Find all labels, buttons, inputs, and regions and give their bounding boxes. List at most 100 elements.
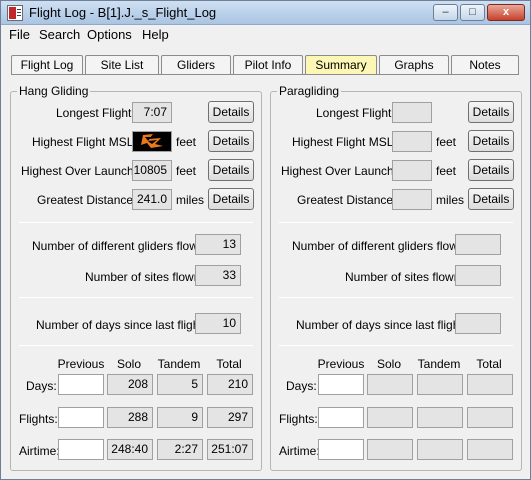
hg-sites-flown-label: Number of sites flown: — [85, 270, 204, 284]
hg-greatest-distance-unit: miles — [176, 193, 205, 207]
hg-airtime-tandem: 2:27 — [157, 439, 203, 460]
pg-airtime-total — [467, 439, 513, 460]
pg-sites-flown-value — [455, 265, 501, 286]
maximize-button[interactable]: □ — [460, 4, 485, 21]
pg-gliders-flown-value — [455, 234, 501, 255]
pg-flights-previous-input[interactable] — [318, 407, 364, 428]
hg-highest-over-launch-details-button[interactable]: Details — [208, 159, 254, 181]
pg-airtime-solo — [367, 439, 413, 460]
pg-col-solo: Solo — [376, 357, 402, 371]
hang-gliding-title: Hang Gliding — [17, 84, 91, 98]
tab-strip: Flight Log Site List Gliders Pilot Info … — [11, 55, 519, 75]
pg-gliders-flown-label: Number of different gliders flown: — [292, 239, 468, 253]
hg-airtime-total: 251:07 — [207, 439, 253, 460]
hg-row-airtime-label: Airtime: — [19, 444, 60, 458]
obscured-value-graphic — [141, 134, 163, 148]
pg-highest-msl-unit: feet — [436, 135, 457, 149]
hg-days-total: 210 — [207, 374, 253, 395]
pg-highest-over-launch-label: Highest Over Launch: — [281, 164, 398, 178]
hg-longest-flight-value: 7:07 — [132, 102, 172, 123]
hg-greatest-distance-value: 241.0 — [132, 189, 172, 210]
pg-greatest-distance-value — [392, 189, 432, 210]
pg-row-flights-label: Flights: — [279, 412, 318, 426]
hg-highest-over-launch-value: 10805 — [132, 160, 172, 181]
tab-pilot-info[interactable]: Pilot Info — [233, 55, 303, 75]
tab-summary[interactable]: Summary — [305, 55, 377, 75]
pg-days-since-value — [455, 313, 501, 334]
pg-highest-msl-details-button[interactable]: Details — [468, 130, 514, 152]
hg-highest-over-launch-unit: feet — [176, 164, 197, 178]
pg-days-solo — [367, 374, 413, 395]
hg-highest-msl-unit: feet — [176, 135, 197, 149]
separator — [279, 297, 513, 298]
pg-greatest-distance-label: Greatest Distance: — [297, 193, 397, 207]
hg-days-since-value: 10 — [195, 313, 241, 334]
close-button[interactable]: x — [487, 4, 525, 21]
separator — [19, 345, 253, 346]
window-title: Flight Log - B[1].J._s_Flight_Log — [29, 5, 217, 20]
pg-sites-flown-label: Number of sites flown: — [345, 270, 464, 284]
hg-greatest-distance-label: Greatest Distance: — [37, 193, 137, 207]
hg-sites-flown-value: 33 — [195, 265, 241, 286]
menu-options[interactable]: Options — [87, 27, 132, 42]
pg-highest-over-launch-value — [392, 160, 432, 181]
pg-longest-flight-details-button[interactable]: Details — [468, 101, 514, 123]
hg-flights-solo: 288 — [107, 407, 153, 428]
hg-highest-msl-label: Highest Flight MSL: — [32, 135, 137, 149]
pg-airtime-previous-input[interactable] — [318, 439, 364, 460]
hg-flights-previous-input[interactable] — [58, 407, 104, 428]
pg-days-since-label: Number of days since last flight: — [296, 318, 467, 332]
pg-col-previous: Previous — [317, 357, 365, 371]
pg-highest-over-launch-unit: feet — [436, 164, 457, 178]
pg-highest-over-launch-details-button[interactable]: Details — [468, 159, 514, 181]
pg-greatest-distance-unit: miles — [436, 193, 465, 207]
tab-gliders[interactable]: Gliders — [161, 55, 231, 75]
hang-gliding-group: Hang Gliding Longest Flight: 7:07 Detail… — [10, 84, 262, 471]
pg-airtime-tandem — [417, 439, 463, 460]
hg-col-total: Total — [216, 357, 242, 371]
app-icon — [7, 5, 23, 21]
menu-bar: File Search Options Help — [1, 25, 530, 45]
menu-file[interactable]: File — [9, 27, 30, 42]
pg-longest-flight-label: Longest Flight: — [316, 106, 395, 120]
pg-longest-flight-value — [392, 102, 432, 123]
hg-highest-msl-value — [132, 131, 172, 152]
hg-col-solo: Solo — [116, 357, 142, 371]
minimize-button[interactable]: – — [433, 4, 458, 21]
tab-flight-log[interactable]: Flight Log — [11, 55, 83, 75]
hg-highest-msl-details-button[interactable]: Details — [208, 130, 254, 152]
hg-greatest-distance-details-button[interactable]: Details — [208, 188, 254, 210]
hg-days-previous-input[interactable] — [58, 374, 104, 395]
pg-days-previous-input[interactable] — [318, 374, 364, 395]
pg-days-tandem — [417, 374, 463, 395]
separator — [279, 345, 513, 346]
tab-baseline — [11, 74, 519, 75]
title-bar[interactable]: Flight Log - B[1].J._s_Flight_Log – □ x — [1, 1, 530, 25]
hg-row-flights-label: Flights: — [19, 412, 58, 426]
hg-days-since-label: Number of days since last flight: — [36, 318, 207, 332]
tab-site-list[interactable]: Site List — [85, 55, 159, 75]
pg-col-tandem: Tandem — [417, 357, 461, 371]
hg-days-solo: 208 — [107, 374, 153, 395]
pg-row-airtime-label: Airtime: — [279, 444, 320, 458]
pg-flights-solo — [367, 407, 413, 428]
pg-greatest-distance-details-button[interactable]: Details — [468, 188, 514, 210]
hg-airtime-previous-input[interactable] — [58, 439, 104, 460]
hg-airtime-solo: 248:40 — [107, 439, 153, 460]
hg-longest-flight-details-button[interactable]: Details — [208, 101, 254, 123]
paragliding-title: Paragliding — [277, 84, 342, 98]
hg-flights-tandem: 9 — [157, 407, 203, 428]
hg-longest-flight-label: Longest Flight: — [56, 106, 135, 120]
tab-graphs[interactable]: Graphs — [379, 55, 449, 75]
hg-days-tandem: 5 — [157, 374, 203, 395]
hg-highest-over-launch-label: Highest Over Launch: — [21, 164, 138, 178]
menu-help[interactable]: Help — [142, 27, 169, 42]
paragliding-group: Paragliding Longest Flight: Details High… — [270, 84, 522, 471]
pg-col-total: Total — [476, 357, 502, 371]
separator — [19, 222, 253, 223]
pg-row-days-label: Days: — [286, 379, 317, 393]
pg-highest-msl-label: Highest Flight MSL: — [292, 135, 397, 149]
tab-notes[interactable]: Notes — [451, 55, 519, 75]
menu-search[interactable]: Search — [39, 27, 80, 42]
pg-highest-msl-value — [392, 131, 432, 152]
